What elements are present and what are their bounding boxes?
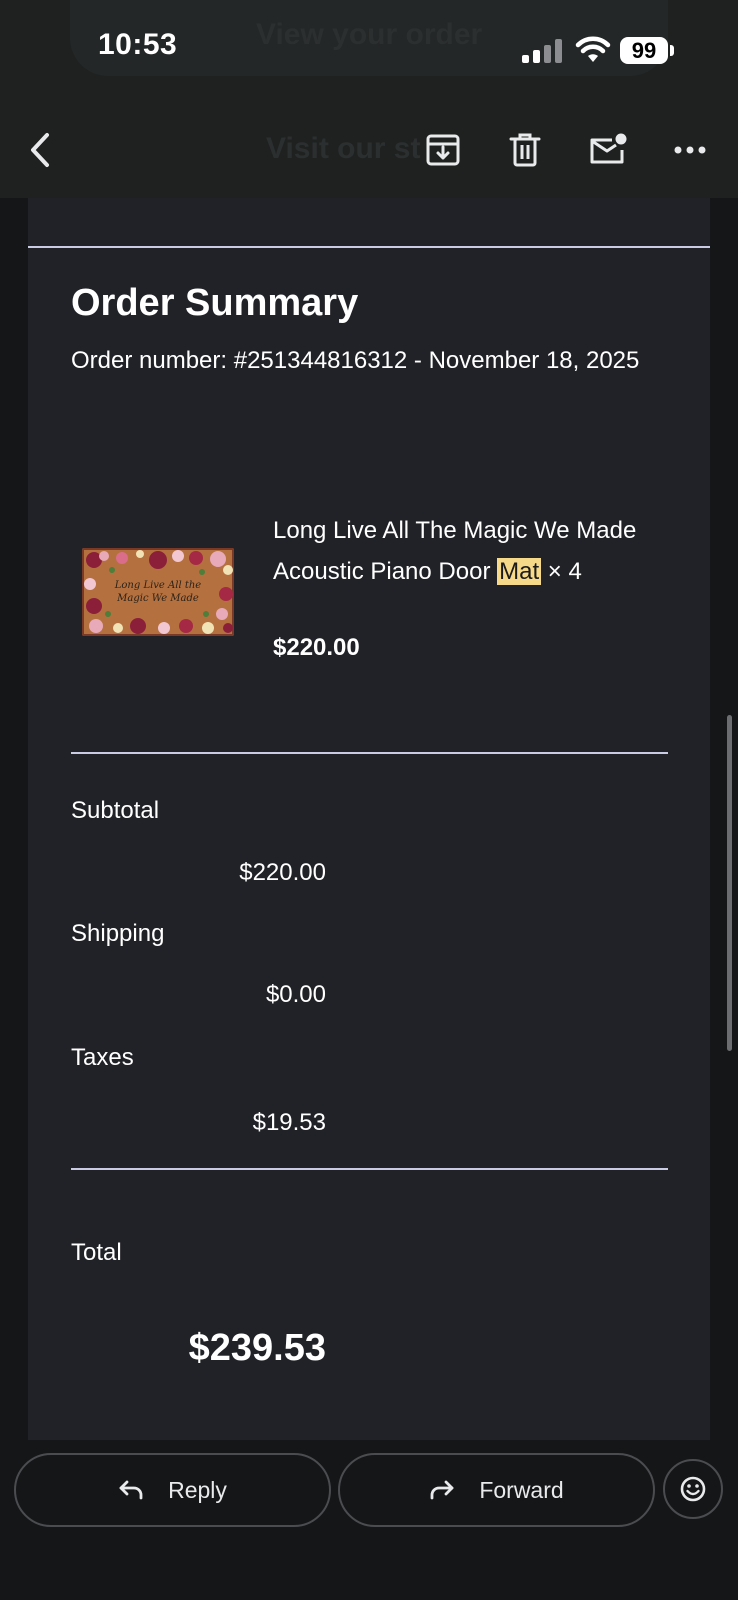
- item-name-text: Long Live All The Magic We Made Acoustic…: [273, 517, 637, 585]
- reply-icon: [119, 1480, 143, 1500]
- smiley-icon: [680, 1476, 706, 1502]
- order-number-date: Order number: #251344816312 - November 1…: [71, 347, 640, 374]
- archive-icon: [426, 134, 460, 166]
- total-label: Total: [71, 1239, 122, 1266]
- taxes-value: $19.53: [252, 1109, 326, 1136]
- ghost-subheader-text: Visit our st: [266, 132, 421, 165]
- trash-icon: [509, 133, 541, 167]
- mat-print-line-1: Long Live All the: [114, 580, 202, 591]
- reply-button[interactable]: Reply: [14, 1453, 331, 1527]
- more-options-button[interactable]: [668, 128, 712, 172]
- taxes-label: Taxes: [71, 1044, 134, 1071]
- wifi-icon: [575, 36, 611, 62]
- item-name: Long Live All The Magic We Made Acoustic…: [273, 510, 668, 592]
- battery-tip: [670, 45, 674, 56]
- search-highlight: Mat: [497, 558, 542, 585]
- chevron-left-icon: [31, 133, 49, 167]
- reply-label: Reply: [168, 1476, 227, 1503]
- item-price: $220.00: [273, 634, 360, 661]
- divider: [71, 1168, 668, 1170]
- cellular-signal-icon: [522, 39, 562, 63]
- divider: [28, 246, 710, 248]
- forward-icon: [430, 1480, 454, 1500]
- product-image[interactable]: Long Live All the Magic We Made: [82, 548, 234, 636]
- shipping-value: $0.00: [265, 981, 326, 1008]
- battery-icon: 99: [620, 37, 668, 64]
- more-horizontal-icon: [674, 146, 706, 154]
- total-value: $239.53: [188, 1327, 326, 1369]
- emoji-reaction-button[interactable]: [663, 1459, 723, 1519]
- shipping-label: Shipping: [71, 920, 165, 947]
- forward-button[interactable]: Forward: [338, 1453, 655, 1527]
- back-button[interactable]: [18, 128, 62, 172]
- divider: [71, 752, 668, 754]
- door-mat-image: Long Live All the Magic We Made: [82, 548, 234, 636]
- forward-label: Forward: [479, 1476, 564, 1503]
- status-time: 10:53: [98, 28, 178, 61]
- ghost-header-text: View your order: [256, 18, 483, 51]
- subtotal-label: Subtotal: [71, 797, 160, 824]
- mail-unread-icon: [590, 133, 627, 164]
- mark-unread-button[interactable]: [586, 128, 630, 172]
- delete-button[interactable]: [503, 128, 547, 172]
- order-summary-title: Order Summary: [71, 282, 359, 324]
- item-quantity: × 4: [541, 558, 582, 585]
- mat-print-line-2: Magic We Made: [116, 593, 199, 604]
- scrollbar[interactable]: [727, 715, 732, 1051]
- archive-button[interactable]: [421, 128, 465, 172]
- subtotal-value: $220.00: [239, 859, 326, 886]
